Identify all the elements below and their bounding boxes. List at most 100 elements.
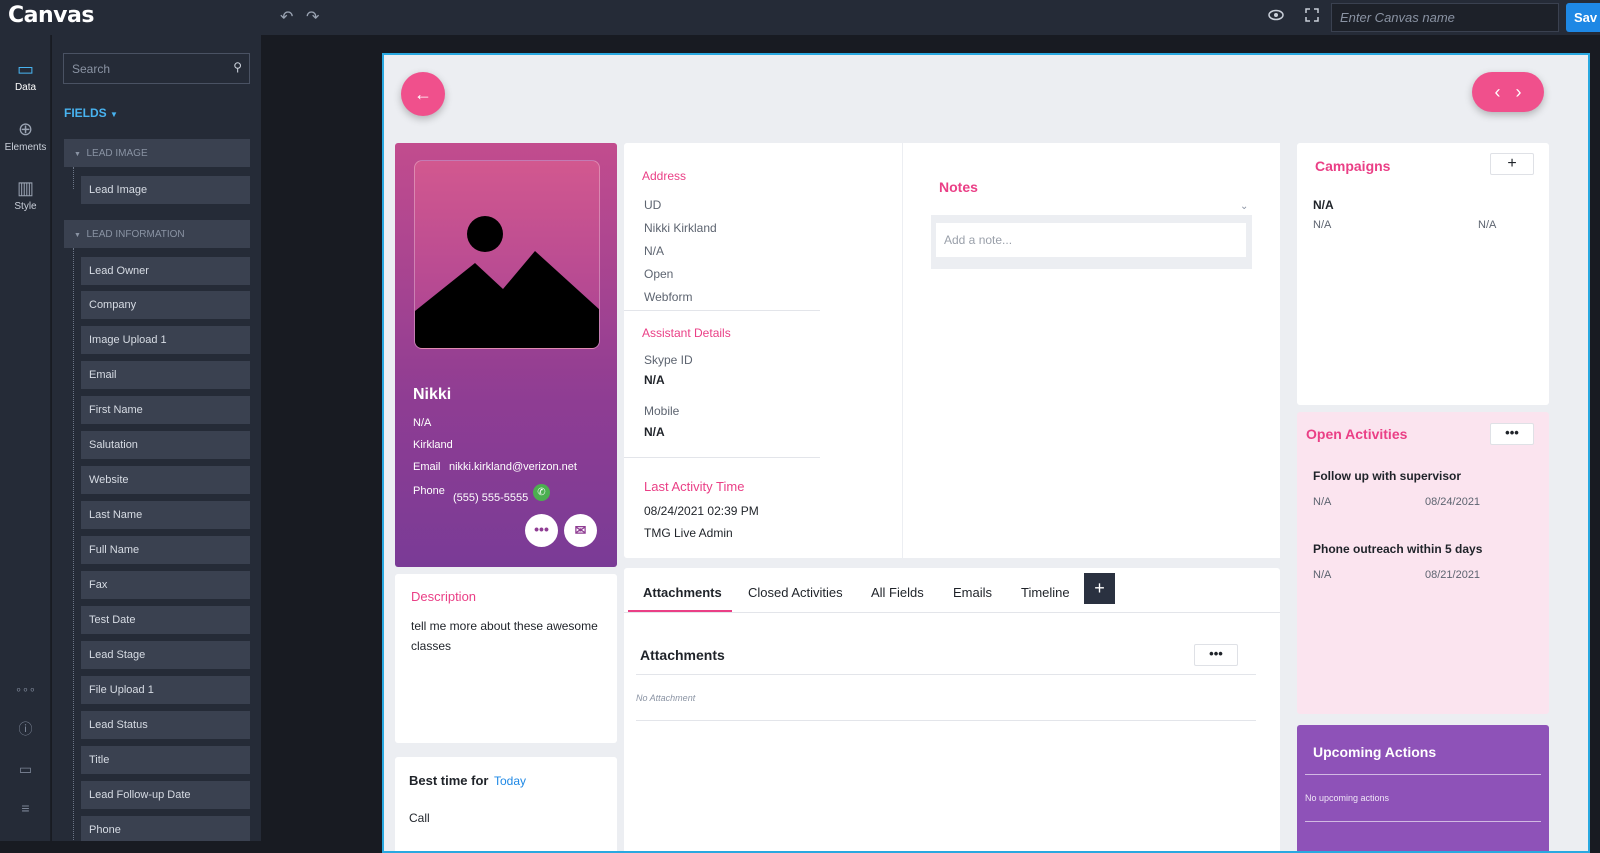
canvas-frame: ← ‹ › Nikki N/A Kirkland Email nikki.kir… — [382, 53, 1590, 853]
open-activities-menu-button[interactable]: ••• — [1490, 423, 1534, 445]
tab-all-fields[interactable]: All Fields — [871, 585, 924, 600]
divider — [624, 612, 1280, 613]
tab-emails[interactable]: Emails — [953, 585, 992, 600]
add-tab-button[interactable]: + — [1084, 573, 1115, 604]
campaigns-card: Campaigns + N/A N/A N/A — [1297, 143, 1549, 405]
last-activity-title: Last Activity Time — [644, 479, 745, 494]
field-item[interactable]: Test Date — [81, 606, 250, 634]
field-item[interactable]: Email — [81, 361, 250, 389]
note-input-wrap: Add a note... — [931, 215, 1252, 269]
description-text: tell me more about these awesome classes — [411, 619, 598, 653]
rail-item-style[interactable]: ▥ Style — [0, 178, 51, 212]
address-line: Webform — [644, 290, 693, 304]
tab-closed-activities[interactable]: Closed Activities — [748, 585, 843, 600]
fields-dropdown[interactable]: FIELDS ▼ — [64, 106, 118, 120]
assistant-title: Assistant Details — [642, 326, 731, 340]
lead-line-1: N/A — [413, 417, 432, 429]
tab-timeline[interactable]: Timeline — [1021, 585, 1070, 600]
divider — [636, 720, 1256, 721]
ellipsis-icon: ••• — [1505, 425, 1519, 440]
prev-next-button[interactable]: ‹ › — [1472, 72, 1544, 112]
phone-icon[interactable]: ✆ — [533, 484, 550, 501]
menu-icon[interactable]: ≡ — [0, 800, 51, 816]
chevron-left-icon[interactable]: ‹ — [1494, 82, 1500, 102]
address-line: N/A — [644, 244, 665, 258]
field-item[interactable]: Lead Follow-up Date — [81, 781, 250, 809]
ellipsis-icon: ••• — [534, 521, 549, 537]
search-input[interactable]: Search ⚲ — [63, 53, 250, 84]
group-lead-image[interactable]: ▼ LEAD IMAGE — [64, 139, 250, 167]
field-item[interactable]: Company — [81, 291, 250, 319]
phone-label: Phone — [413, 485, 445, 497]
mobile-value: N/A — [644, 425, 665, 439]
field-item[interactable]: Salutation — [81, 431, 250, 459]
open-activities-title: Open Activities — [1306, 426, 1408, 442]
group-lead-information[interactable]: ▼ LEAD INFORMATION — [64, 220, 250, 248]
activity-title[interactable]: Phone outreach within 5 days — [1313, 542, 1482, 556]
activity-title[interactable]: Follow up with supervisor — [1313, 469, 1461, 483]
group-label: LEAD INFORMATION — [86, 229, 185, 240]
plus-circle-icon: ⊕ — [17, 119, 34, 139]
help-icon[interactable]: ⓘ — [0, 719, 51, 739]
lead-image[interactable] — [414, 160, 600, 349]
field-item[interactable]: Website — [81, 466, 250, 494]
rail-item-data[interactable]: ▭ Data — [0, 59, 51, 93]
best-time-card: Best time for Today Call — [395, 757, 617, 851]
save-button[interactable]: Sav — [1566, 3, 1600, 32]
more-icon[interactable]: ∘∘∘ — [0, 683, 51, 696]
rail-item-elements[interactable]: ⊕ Elements — [0, 119, 51, 153]
field-item[interactable]: Title — [81, 746, 250, 774]
best-time-link[interactable]: Today — [494, 774, 526, 788]
activity-date: 08/21/2021 — [1425, 569, 1481, 581]
app-logo: Canvas — [8, 3, 94, 28]
undo-icon[interactable]: ↶ — [280, 7, 293, 27]
left-rail: ▭ Data ⊕ Elements ▥ Style ∘∘∘ ⓘ ▭ ≡ — [0, 35, 51, 841]
redo-icon[interactable]: ↷ — [306, 7, 319, 27]
field-item[interactable]: File Upload 1 — [81, 676, 250, 704]
top-bar: Canvas ↶ ↷ Enter Canvas name Sav — [0, 0, 1600, 35]
mobile-label: Mobile — [644, 404, 680, 418]
tree-line — [73, 248, 74, 841]
add-campaign-button[interactable]: + — [1490, 153, 1534, 175]
no-attachment-text: No Attachment — [636, 693, 696, 703]
activity-date: 08/24/2021 — [1425, 496, 1481, 508]
note-input[interactable]: Add a note... — [936, 223, 1246, 257]
eye-icon[interactable] — [1268, 8, 1284, 26]
more-options-button[interactable]: ••• — [525, 514, 558, 547]
chevron-down-icon[interactable]: ⌄ — [1240, 201, 1248, 212]
last-activity-by: TMG Live Admin — [644, 526, 733, 540]
tab-attachments[interactable]: Attachments — [643, 585, 722, 600]
divider — [1305, 821, 1541, 822]
field-item[interactable]: Phone — [81, 816, 250, 841]
details-card: Address UD Nikki Kirkland N/A Open Webfo… — [624, 143, 1280, 558]
fullscreen-icon[interactable] — [1305, 8, 1319, 27]
email-value[interactable]: nikki.kirkland@verizon.net — [449, 461, 577, 473]
field-item[interactable]: Full Name — [81, 536, 250, 564]
upcoming-actions-card: Upcoming Actions No upcoming actions — [1297, 725, 1549, 851]
field-item[interactable]: Last Name — [81, 501, 250, 529]
campaign-heading: N/A — [1313, 198, 1334, 212]
notes-panel: Notes ⌄ Add a note... — [902, 143, 1280, 558]
campaigns-title: Campaigns — [1315, 158, 1391, 174]
phone-value[interactable]: (555) 555-5555 — [453, 492, 528, 504]
field-item[interactable]: Lead Owner — [81, 257, 250, 285]
back-button[interactable]: ← — [401, 72, 445, 116]
field-item[interactable]: Lead Image — [81, 176, 250, 204]
group-label: LEAD IMAGE — [86, 148, 148, 159]
video-icon[interactable]: ▭ — [0, 761, 51, 778]
tabs-card: Attachments Closed Activities All Fields… — [624, 568, 1280, 851]
canvas-name-input[interactable]: Enter Canvas name — [1331, 3, 1559, 32]
caret-down-icon: ▼ — [110, 110, 118, 119]
rail-item-label: Elements — [4, 142, 47, 153]
divider — [624, 457, 820, 458]
email-button[interactable]: ✉ — [564, 514, 597, 547]
field-item[interactable]: Lead Stage — [81, 641, 250, 669]
field-item[interactable]: Fax — [81, 571, 250, 599]
field-item[interactable]: Lead Status — [81, 711, 250, 739]
divider — [624, 310, 820, 311]
attachments-menu-button[interactable]: ••• — [1194, 644, 1238, 666]
field-item[interactable]: First Name — [81, 396, 250, 424]
rail-item-label: Style — [14, 201, 37, 212]
field-item[interactable]: Image Upload 1 — [81, 326, 250, 354]
chevron-right-icon[interactable]: › — [1516, 82, 1522, 102]
